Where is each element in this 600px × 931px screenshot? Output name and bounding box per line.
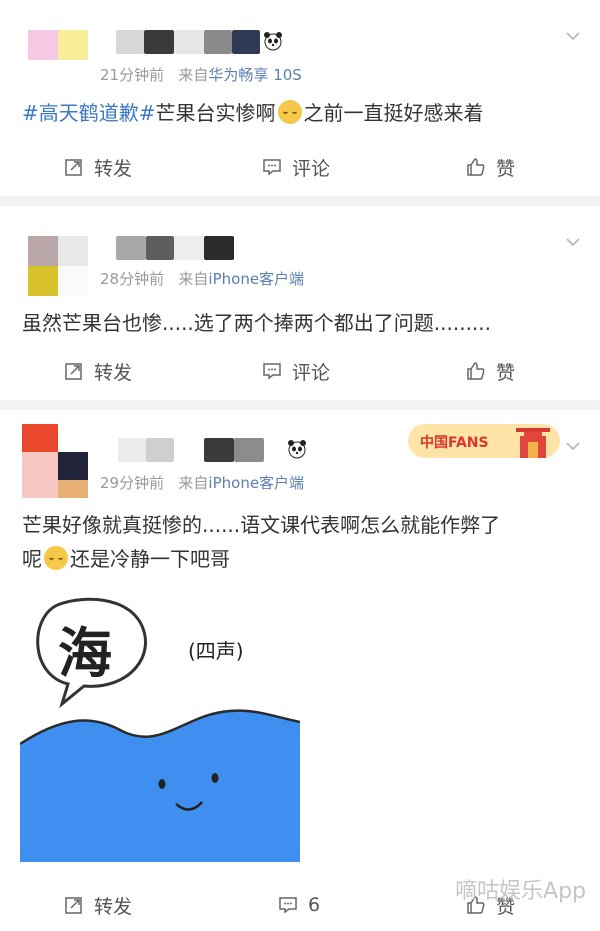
repost-label: 转发 bbox=[94, 157, 133, 180]
post-text-part: 之前一直挺好感来着 bbox=[303, 101, 484, 125]
action-bar: 转发 评论 赞 bbox=[0, 356, 600, 386]
comment-icon bbox=[263, 363, 281, 380]
post-time: 29分钟前 bbox=[100, 474, 165, 492]
image-note: (四声) bbox=[188, 639, 244, 663]
repost-icon bbox=[65, 159, 82, 176]
post-time: 21分钟前 bbox=[100, 66, 165, 84]
image-char: 海 bbox=[58, 622, 112, 685]
like-label: 赞 bbox=[496, 361, 516, 384]
emoji-icon bbox=[277, 100, 302, 124]
source-label: 来自 bbox=[178, 66, 209, 84]
post-image[interactable]: 海 (四声) bbox=[20, 594, 300, 862]
post-text-part: 还是冷静一下吧哥 bbox=[70, 547, 230, 571]
post-text: #高天鹤道歉#芒果台实惨啊 之前一直挺好感来着 bbox=[22, 96, 578, 130]
like-icon bbox=[467, 362, 485, 380]
username-blur[interactable] bbox=[146, 438, 174, 462]
repost-button[interactable]: 转发 bbox=[64, 890, 132, 920]
post-card: 28分钟前 来自iPhone客户端 虽然芒果台也惨.....选了两个捧两个都出了… bbox=[0, 206, 600, 400]
post-meta: 28分钟前 来自iPhone客户端 bbox=[100, 268, 304, 289]
comment-button[interactable]: 评论 bbox=[262, 152, 330, 182]
source-label: 来自 bbox=[178, 270, 209, 288]
username-blur[interactable] bbox=[204, 236, 234, 260]
avatar[interactable] bbox=[28, 30, 88, 90]
watermark: 嘀咕娱乐App bbox=[455, 879, 586, 904]
fans-badge[interactable]: 中国FANS bbox=[408, 418, 560, 462]
like-button[interactable]: 赞 bbox=[466, 152, 515, 182]
source-label: 来自 bbox=[178, 474, 209, 492]
post-card: 中国FANS 29分钟前 来自iPhone客户端 芒果好像就真挺惨的......… bbox=[0, 410, 600, 931]
username-blur[interactable] bbox=[174, 30, 204, 54]
post-meta: 29分钟前 来自iPhone客户端 bbox=[100, 472, 304, 493]
comment-button[interactable]: 评论 bbox=[262, 356, 330, 386]
post-card: 21分钟前 来自华为畅享 10S #高天鹤道歉#芒果台实惨啊 之前一直挺好感来着 … bbox=[0, 0, 600, 196]
username-blur[interactable] bbox=[146, 236, 174, 260]
post-text-line: 呢 还是冷静一下吧哥 bbox=[22, 542, 578, 576]
chevron-down-icon[interactable] bbox=[566, 28, 580, 42]
post-meta: 21分钟前 来自华为畅享 10S bbox=[100, 64, 302, 85]
comment-icon bbox=[263, 159, 281, 176]
username-blur[interactable] bbox=[116, 30, 144, 54]
badge-label: 中国FANS bbox=[420, 434, 489, 451]
comment-label: 评论 bbox=[292, 157, 331, 180]
avatar[interactable] bbox=[22, 424, 88, 498]
action-bar: 转发 评论 赞 bbox=[0, 152, 600, 182]
like-button[interactable]: 赞 bbox=[466, 356, 515, 386]
post-source[interactable]: 华为畅享 10S bbox=[208, 66, 301, 84]
post-text-line: 芒果好像就真挺惨的......语文课代表啊怎么就能作弊了 bbox=[22, 513, 501, 537]
username-blur[interactable] bbox=[116, 236, 146, 260]
comment-icon bbox=[279, 897, 297, 914]
username-blur[interactable] bbox=[118, 438, 146, 462]
post-text-part: 呢 bbox=[22, 547, 42, 571]
post-source[interactable]: iPhone客户端 bbox=[208, 270, 304, 288]
username-blur[interactable] bbox=[232, 30, 260, 54]
post-text-part: 芒果台实惨啊 bbox=[155, 101, 276, 125]
emoji-icon bbox=[44, 546, 68, 570]
username-blur[interactable] bbox=[144, 30, 174, 54]
repost-button[interactable]: 转发 bbox=[64, 356, 132, 386]
comment-label: 评论 bbox=[292, 361, 331, 384]
topic-link[interactable]: #高天鹤道歉# bbox=[22, 101, 156, 125]
username-blur[interactable] bbox=[174, 236, 204, 260]
panda-icon bbox=[286, 438, 308, 460]
chevron-down-icon[interactable] bbox=[566, 234, 580, 248]
repost-icon bbox=[65, 363, 82, 380]
panda-icon bbox=[262, 30, 284, 52]
repost-label: 转发 bbox=[94, 361, 133, 384]
repost-button[interactable]: 转发 bbox=[64, 152, 132, 182]
avatar[interactable] bbox=[28, 236, 88, 296]
post-text: 虽然芒果台也惨.....选了两个捧两个都出了问题......... bbox=[22, 311, 492, 335]
comment-button[interactable]: 6 bbox=[278, 890, 320, 920]
post-source[interactable]: iPhone客户端 bbox=[208, 474, 304, 492]
like-label: 赞 bbox=[496, 157, 516, 180]
post-time: 28分钟前 bbox=[100, 270, 165, 288]
comment-count: 6 bbox=[308, 894, 321, 916]
username-blur[interactable] bbox=[204, 30, 232, 54]
chevron-down-icon[interactable] bbox=[566, 438, 580, 452]
repost-icon bbox=[65, 897, 82, 914]
like-icon bbox=[467, 158, 485, 176]
username-blur[interactable] bbox=[234, 438, 264, 462]
repost-label: 转发 bbox=[94, 895, 133, 918]
username-blur[interactable] bbox=[204, 438, 234, 462]
